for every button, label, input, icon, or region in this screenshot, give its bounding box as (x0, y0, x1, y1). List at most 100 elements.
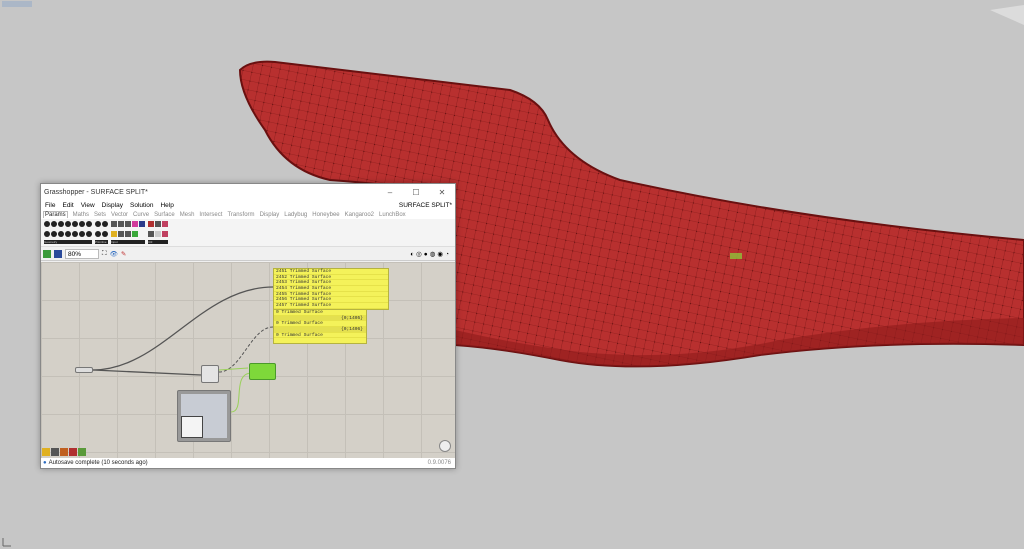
menu-bar: File Edit View Display Solution Help SUR… (41, 200, 455, 210)
info-icon: ● (43, 460, 47, 466)
tab-lunchbox[interactable]: LunchBox (379, 212, 406, 218)
wires (92, 286, 274, 413)
display-mode-icons[interactable]: ◐◎●◍◉◔ (410, 250, 451, 258)
util-icon[interactable] (148, 221, 154, 227)
tab-maths[interactable]: Maths (73, 212, 89, 218)
grasshopper-canvas[interactable]: 2451 Trimmed Surface 2452 Trimmed Surfac… (41, 262, 455, 458)
canvas-toolbar: 80% ⛶ 👁 ✎ ◐◎●◍◉◔ (41, 247, 455, 261)
close-button[interactable]: ✕ (429, 188, 455, 197)
tab-kangaroo2[interactable]: Kangaroo2 (345, 212, 374, 218)
tab-ladybug[interactable]: Ladybug (284, 212, 307, 218)
panel-tree[interactable]: 0 Trimmed Surface {0;1405} 0 Trimmed Sur… (273, 309, 367, 344)
menu-view[interactable]: View (81, 202, 95, 209)
param-icon[interactable] (95, 221, 101, 227)
menu-edit[interactable]: Edit (62, 202, 73, 209)
panel-output[interactable]: 2451 Trimmed Surface 2452 Trimmed Surfac… (273, 268, 389, 310)
tab-sets[interactable]: Sets (94, 212, 106, 218)
zoom-select[interactable]: 80% (65, 248, 99, 259)
group-label[interactable]: Util (148, 240, 168, 244)
maximize-button[interactable]: ☐ (403, 188, 429, 197)
param-icon[interactable] (102, 221, 108, 227)
util-icon[interactable] (148, 230, 154, 237)
open-icon[interactable] (43, 249, 51, 258)
tab-surface[interactable]: Surface (154, 212, 175, 218)
param-icon[interactable] (102, 230, 108, 237)
navigation-widget-icon[interactable] (439, 440, 451, 452)
tab-params[interactable]: Params (43, 211, 68, 218)
param-icon[interactable] (44, 221, 50, 227)
preview-eye-icon[interactable]: 👁 (110, 250, 118, 258)
canvas-widgets (42, 448, 86, 456)
util-icon[interactable] (162, 230, 168, 237)
geometry-param[interactable] (75, 367, 93, 373)
tab-display[interactable]: Display (260, 212, 280, 218)
viewport-label[interactable] (2, 1, 32, 7)
input-icon[interactable] (111, 221, 117, 227)
group-label[interactable]: Input (111, 240, 145, 244)
param-icon[interactable] (58, 221, 64, 227)
group-input: Input (111, 221, 145, 244)
save-icon[interactable] (54, 249, 62, 258)
sketch-icon[interactable]: ✎ (121, 250, 126, 258)
group-geometry: Geometry (44, 221, 92, 244)
axis-icon (2, 538, 11, 547)
status-message: Autosave complete (10 seconds ago) (48, 460, 148, 466)
widget-icon[interactable] (42, 448, 50, 456)
selected-marker (730, 253, 742, 259)
input-icon[interactable] (118, 221, 124, 227)
md-slider[interactable] (177, 390, 231, 442)
param-icon[interactable] (65, 230, 71, 237)
tab-mesh[interactable]: Mesh (180, 212, 195, 218)
group-primitive: Primitive (95, 221, 108, 244)
util-icon[interactable] (162, 221, 168, 227)
component-tabs: Params Maths Sets Vector Curve Surface M… (41, 210, 455, 219)
util-icon[interactable] (155, 221, 161, 227)
status-bar: ● Autosave complete (10 seconds ago) 0.9… (41, 458, 455, 468)
param-icon[interactable] (51, 221, 57, 227)
menu-solution[interactable]: Solution (130, 202, 154, 209)
menu-help[interactable]: Help (160, 202, 173, 209)
input-icon[interactable] (132, 230, 138, 237)
minimize-button[interactable]: – (377, 188, 403, 197)
tab-transform[interactable]: Transform (227, 212, 254, 218)
param-icon[interactable] (44, 230, 50, 237)
explode-component[interactable] (201, 365, 219, 383)
panel-row: 0 Trimmed Surface (274, 333, 366, 339)
tab-vector[interactable]: Vector (111, 212, 128, 218)
param-icon[interactable] (51, 230, 57, 237)
split-component[interactable] (249, 363, 276, 380)
param-icon[interactable] (86, 230, 92, 237)
tab-honeybee[interactable]: Honeybee (312, 212, 339, 218)
ribbon: Geometry Primitive Input Util (41, 219, 455, 247)
tab-intersect[interactable]: Intersect (199, 212, 222, 218)
util-icon[interactable] (155, 230, 161, 237)
input-icon[interactable] (111, 230, 117, 237)
grasshopper-window: Grasshopper - SURFACE SPLIT* – ☐ ✕ File … (40, 183, 456, 469)
param-icon[interactable] (58, 230, 64, 237)
param-icon[interactable] (72, 230, 78, 237)
input-icon[interactable] (125, 230, 131, 237)
zoom-extents-icon[interactable]: ⛶ (102, 250, 107, 258)
param-icon[interactable] (72, 221, 78, 227)
tab-curve[interactable]: Curve (133, 212, 149, 218)
input-icon[interactable] (139, 221, 145, 227)
widget-icon[interactable] (51, 448, 59, 456)
param-icon[interactable] (95, 230, 101, 237)
group-util: Util (148, 221, 168, 244)
input-icon[interactable] (118, 230, 124, 237)
input-icon[interactable] (125, 221, 131, 227)
title-bar: Grasshopper - SURFACE SPLIT* – ☐ ✕ (41, 184, 455, 200)
param-icon[interactable] (65, 221, 71, 227)
menu-file[interactable]: File (45, 202, 55, 209)
widget-icon[interactable] (60, 448, 68, 456)
widget-icon[interactable] (69, 448, 77, 456)
group-label[interactable]: Primitive (95, 240, 108, 244)
widget-icon[interactable] (78, 448, 86, 456)
input-icon[interactable] (132, 221, 138, 227)
param-icon[interactable] (86, 221, 92, 227)
param-icon[interactable] (79, 230, 85, 237)
param-icon[interactable] (79, 221, 85, 227)
document-name: SURFACE SPLIT* (398, 201, 452, 209)
menu-display[interactable]: Display (102, 202, 123, 209)
group-label[interactable]: Geometry (44, 240, 92, 244)
